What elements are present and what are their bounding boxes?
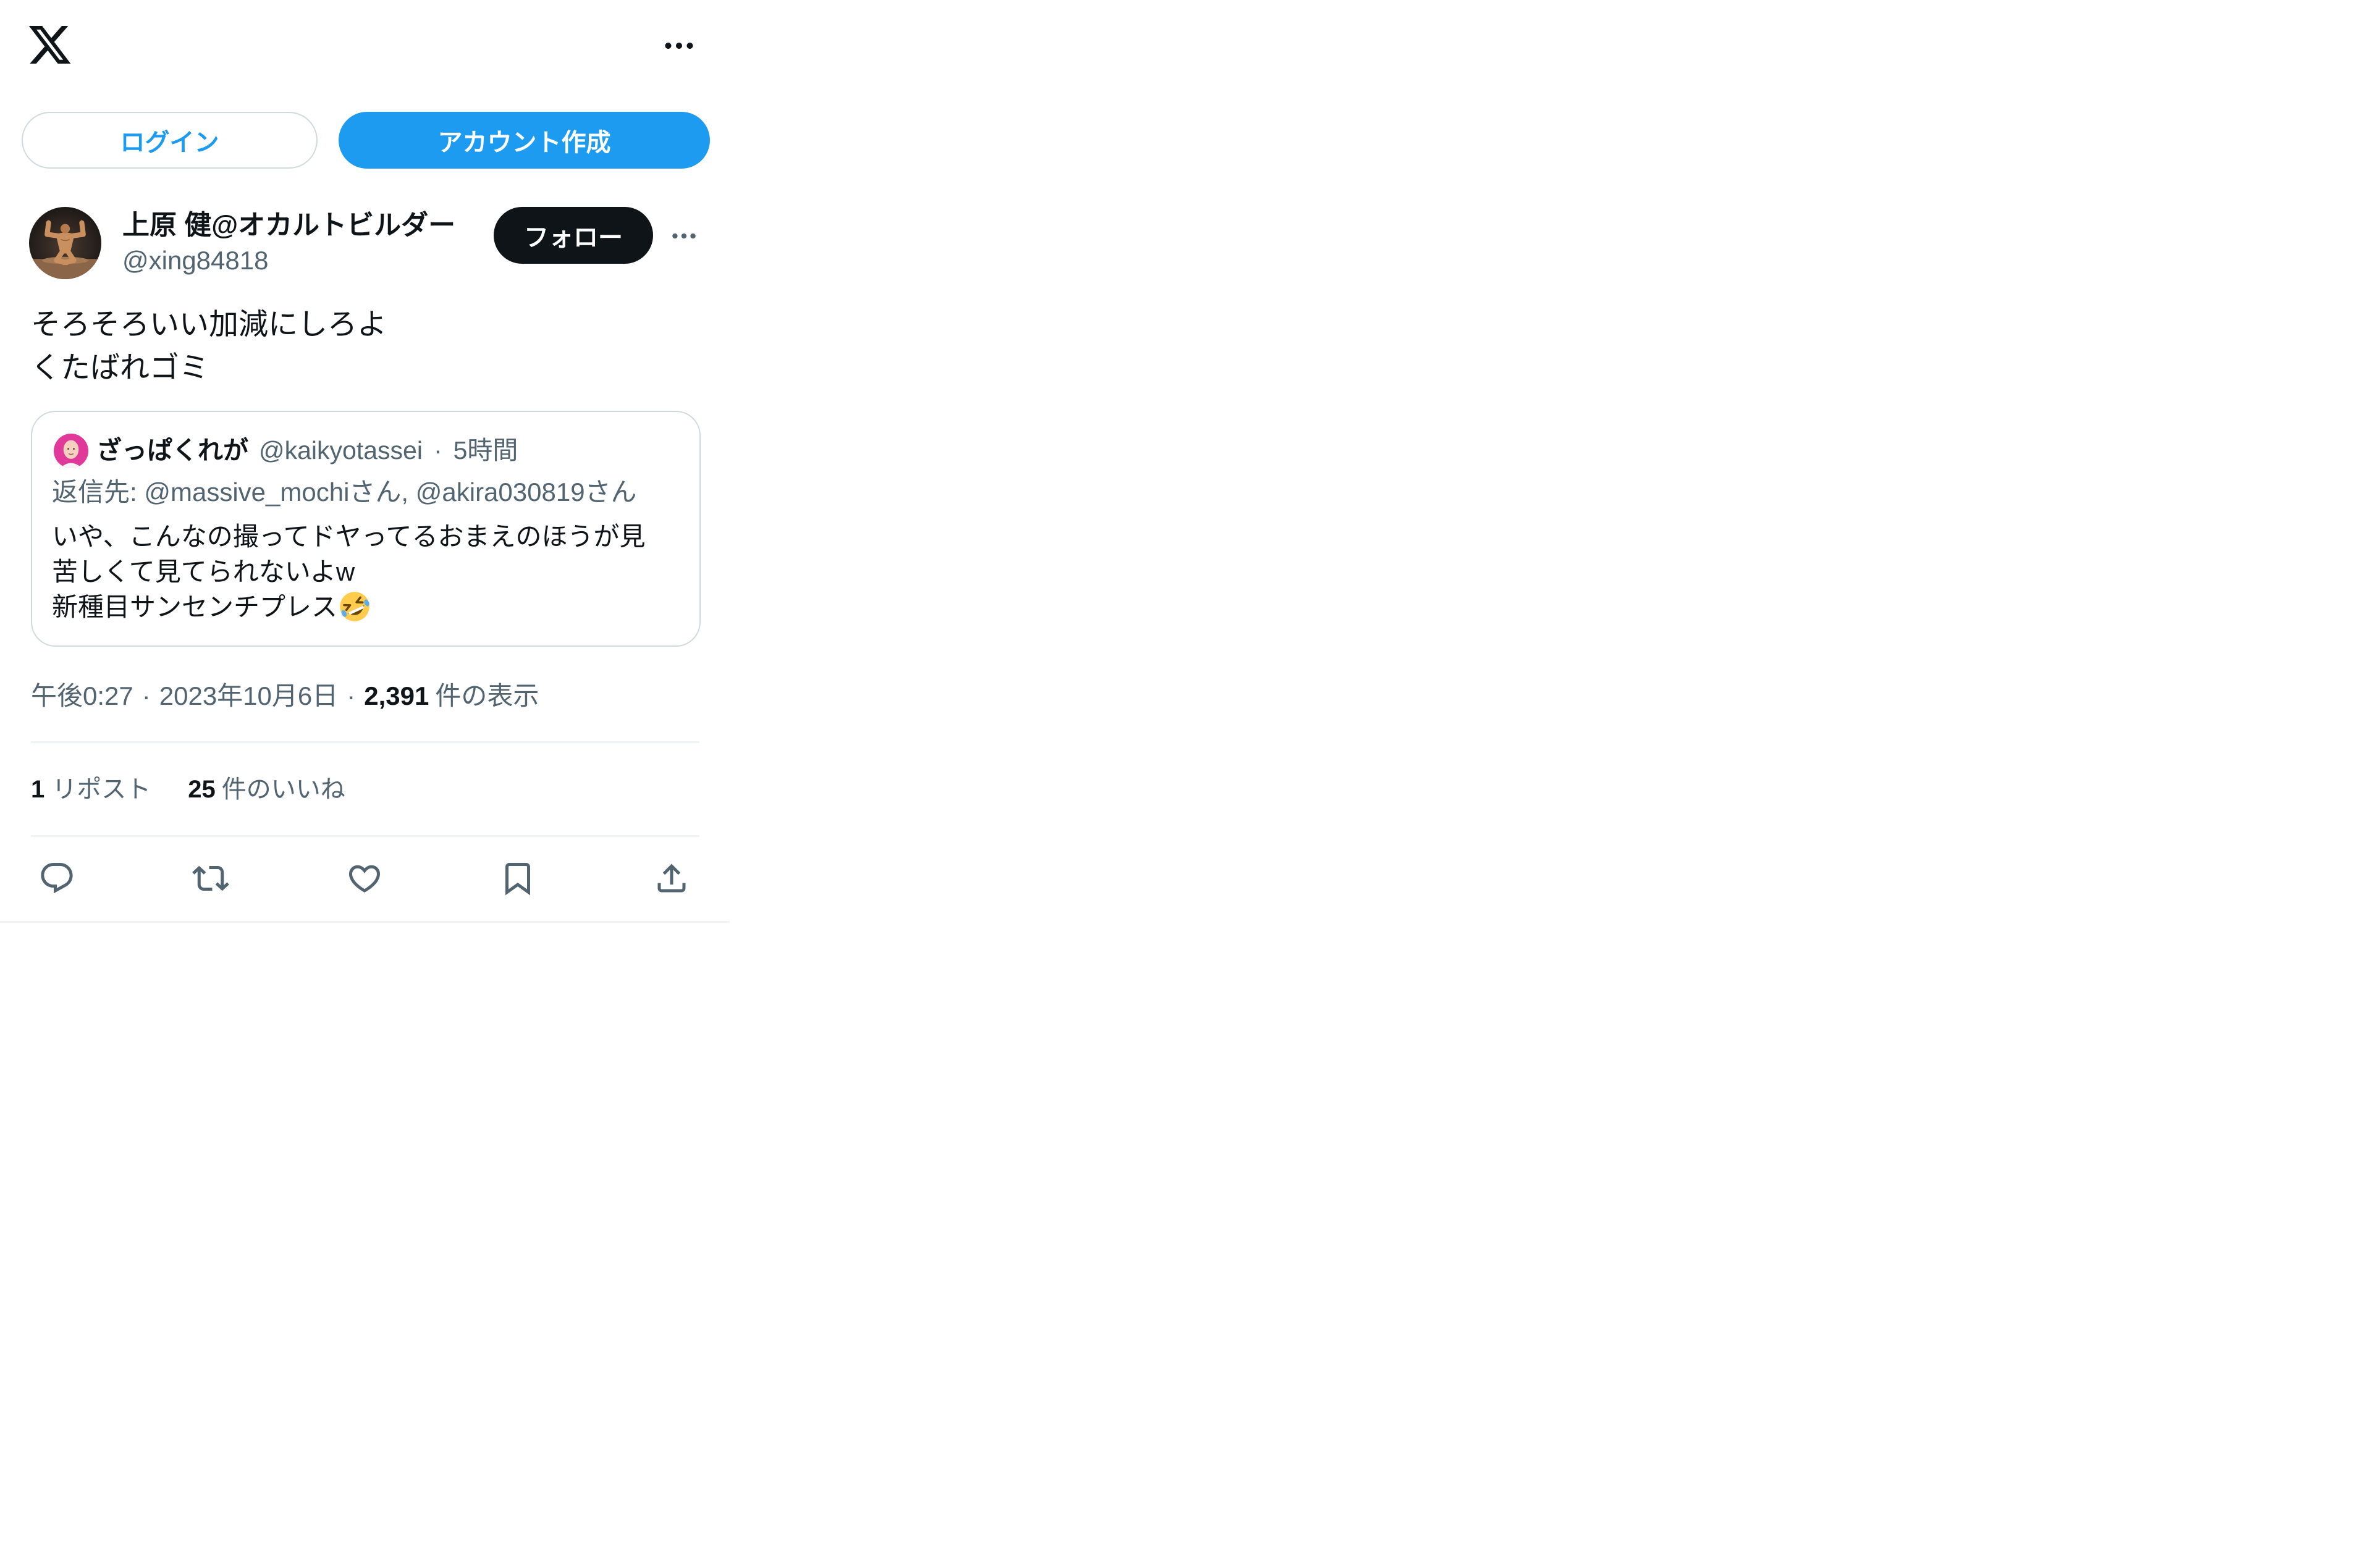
quoted-tweet-text: いや、こんなの撮ってドヤってるおまえのほうが見 苦しくて見てられないよw 新種目… [52, 519, 646, 624]
tweet-actions [38, 860, 690, 897]
bookmark-icon[interactable] [499, 860, 536, 897]
quoted-text-line: 新種目サンセンチプレス [52, 592, 338, 621]
quoted-text-line: いや、こんなの撮ってドヤってるおまえのほうが見 [52, 522, 646, 551]
reposts-stat[interactable]: 1 リポスト [31, 772, 151, 807]
reply-icon[interactable] [38, 860, 75, 897]
author-name[interactable]: 上原 健@オカルトビルダー [122, 207, 455, 244]
views-count: 2,391 [364, 681, 429, 710]
quoted-author-name: ざっぱくれが [96, 436, 248, 465]
likes-count: 25 [188, 776, 216, 803]
meta-separator: · [347, 681, 356, 710]
likes-stat[interactable]: 25 件のいいね [188, 772, 345, 807]
reposts-label: リポスト [52, 776, 151, 803]
quoted-author-avatar [54, 434, 88, 468]
quoted-reply-to: 返信先: @massive_mochiさん, @akira030819さん [52, 477, 637, 507]
tweet-stats: 1 リポスト 25 件のいいね [31, 772, 345, 807]
follow-button[interactable]: フォロー [494, 207, 653, 264]
author-handle[interactable]: @xing84818 [122, 243, 268, 278]
tweet-text-line: そろそろいい加減にしろよ [31, 308, 387, 341]
repost-icon[interactable] [192, 860, 229, 897]
likes-label: 件のいいね [221, 776, 345, 803]
quoted-text-line-with-emoji: 新種目サンセンチプレス [52, 589, 646, 624]
tweet-text: そろそろいい加減にしろよ くたばれゴミ [31, 303, 387, 390]
meta-separator: · [141, 681, 151, 710]
quoted-tweet-separator: · [433, 436, 442, 465]
tweet-date[interactable]: 2023年10月6日 [159, 679, 339, 713]
tweet-article: 上原 健@オカルトビルダー @xing84818 フォロー そろそろいい加減にし… [0, 0, 730, 923]
author-avatar[interactable] [29, 207, 101, 279]
quoted-tweet-header: ざっぱくれが @kaikyotassei · 5時間 [96, 433, 518, 468]
tweet-text-line: くたばれゴミ [31, 351, 209, 384]
quoted-text-line: 苦しくて見てられないよw [52, 557, 355, 586]
divider [31, 835, 699, 837]
tweet-meta: 午後0:27 · 2023年10月6日 · 2,391 件の表示 [31, 679, 539, 713]
like-icon[interactable] [346, 860, 383, 897]
rolling-on-the-floor-laughing-emoji-icon [339, 591, 371, 623]
share-icon[interactable] [653, 860, 690, 897]
quoted-author-handle: @kaikyotassei [259, 436, 423, 465]
reposts-count: 1 [31, 776, 45, 803]
quoted-tweet-time: 5時間 [453, 436, 518, 465]
divider [31, 741, 699, 743]
tweet-bottom-border [0, 921, 730, 923]
quoted-tweet-card[interactable]: ざっぱくれが @kaikyotassei · 5時間 返信先: @massive… [31, 411, 701, 647]
tweet-time[interactable]: 午後0:27 [31, 679, 133, 713]
more-horizontal-icon[interactable] [669, 221, 699, 251]
views-label: 件の表示 [435, 681, 539, 710]
